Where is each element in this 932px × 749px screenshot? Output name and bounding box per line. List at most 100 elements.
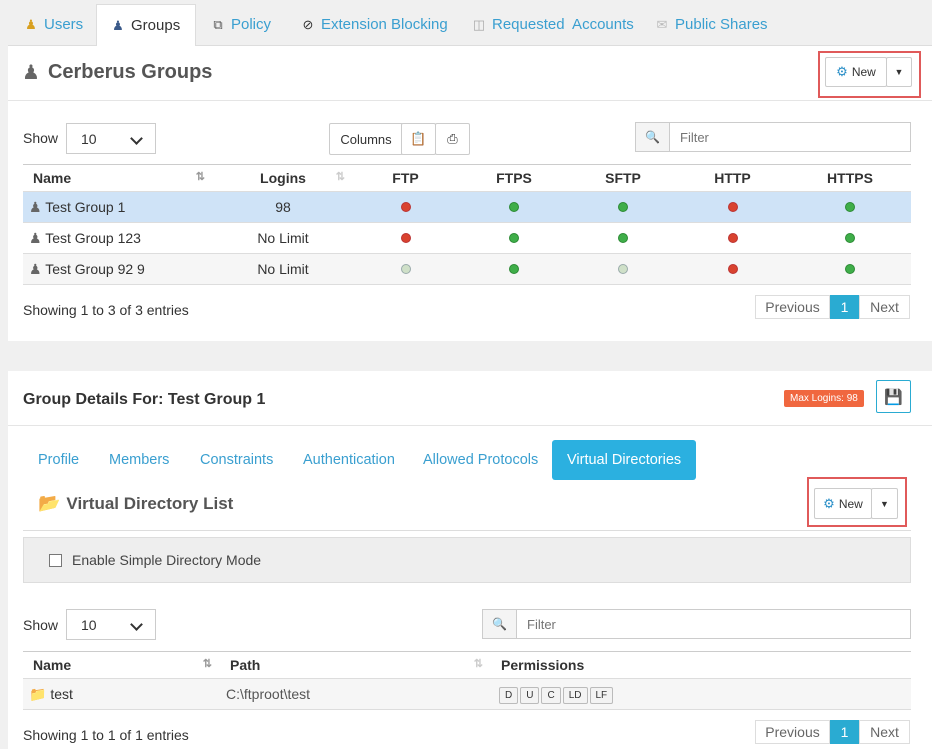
- caret-down-icon: ▼: [880, 498, 889, 509]
- tab-requested-accounts[interactable]: ◫ Requested Accounts: [472, 4, 634, 46]
- status-dot: [727, 233, 738, 243]
- perm-badge: LD: [562, 686, 588, 704]
- tab-profile[interactable]: Profile: [38, 440, 79, 480]
- tab-members[interactable]: Members: [109, 440, 169, 480]
- gear-icon: ⚙: [836, 64, 848, 79]
- folder-open-icon: 📂: [38, 493, 61, 513]
- new-vd-button[interactable]: ⚙ New: [814, 488, 872, 519]
- previous-button[interactable]: Previous: [755, 295, 830, 319]
- group-name: Test Group 123: [45, 229, 141, 246]
- previous-button[interactable]: Previous: [755, 720, 830, 744]
- chevron-down-icon: [130, 132, 143, 145]
- col-http[interactable]: HTTP: [676, 165, 789, 192]
- col-permissions[interactable]: Permissions: [491, 652, 911, 679]
- col-name[interactable]: Name ⇅: [23, 165, 213, 192]
- status-dot: [509, 202, 519, 212]
- save-button[interactable]: 💾: [876, 380, 911, 413]
- table-row[interactable]: ♟ Test Group 123 No Limit: [23, 222, 911, 254]
- new-dropdown-toggle[interactable]: ▼: [886, 57, 912, 87]
- tab-constraints[interactable]: Constraints: [200, 440, 273, 480]
- page-1-button[interactable]: 1: [830, 720, 859, 744]
- tab-public-shares-label: Public Shares: [675, 16, 768, 33]
- table-row[interactable]: 📁 test C:\ftproot\test D U C LD LF: [23, 678, 911, 710]
- simple-mode-checkbox[interactable]: [49, 553, 62, 567]
- columns-label: Columns: [340, 131, 392, 147]
- col-path[interactable]: Path ⇅: [220, 652, 491, 679]
- status-dot: [727, 202, 738, 212]
- columns-button[interactable]: Columns: [329, 123, 403, 155]
- policy-icon: ⧉: [213, 17, 223, 32]
- page-size-value: 10: [81, 130, 97, 147]
- group-name: Test Group 1: [45, 198, 126, 215]
- detail-tabs: Profile Members Constraints Authenticati…: [8, 440, 932, 480]
- group-icon: ♟: [29, 198, 42, 215]
- next-button[interactable]: Next: [859, 295, 910, 319]
- search-icon: 🔍: [636, 123, 670, 151]
- tab-groups[interactable]: ♟ Groups: [96, 4, 196, 47]
- block-icon: ⊘: [302, 17, 314, 32]
- new-group-button[interactable]: ⚙ New: [825, 57, 887, 87]
- vd-table: Name ⇅ Path ⇅ Permissions 📁 test C:\ftproo…: [23, 651, 911, 710]
- col-name[interactable]: Name ⇅: [23, 652, 220, 679]
- folder-icon: 📁: [29, 685, 47, 702]
- group-icon: ♟: [29, 260, 42, 277]
- new-button-label: New: [838, 496, 863, 511]
- page-1-button[interactable]: 1: [830, 295, 859, 319]
- pagination: Previous 1 Next: [755, 720, 910, 744]
- tab-users[interactable]: ♟ Users: [24, 4, 83, 46]
- page-size-select[interactable]: 10: [66, 123, 156, 154]
- logins-value: No Limit: [213, 253, 353, 285]
- page-title: Cerberus Groups: [47, 61, 213, 83]
- col-ftp[interactable]: FTP: [353, 165, 458, 192]
- print-button[interactable]: ⎙: [435, 123, 470, 155]
- tab-groups-label: Groups: [131, 16, 181, 34]
- max-logins-badge: Max Logins: 98: [784, 390, 864, 407]
- groups-panel: ♟ Cerberus Groups ⚙ New ▼ Show 10 Column…: [8, 46, 932, 341]
- table-info: Showing 1 to 3 of 3 entries: [23, 302, 189, 318]
- tab-policy[interactable]: ⧉ Policy: [211, 4, 271, 46]
- sort-icon: ⇅: [195, 171, 205, 183]
- sort-icon: ⇅: [473, 658, 483, 670]
- status-dot: [618, 202, 628, 212]
- sort-icon: ⇅: [335, 171, 345, 183]
- table-row[interactable]: ♟ Test Group 1 98: [23, 191, 911, 223]
- chevron-down-icon: [130, 618, 143, 631]
- tab-extension-blocking-label: Extension Blocking: [321, 16, 448, 33]
- user-icon: ♟: [25, 17, 37, 32]
- status-dot: [845, 264, 855, 274]
- col-sftp[interactable]: SFTP: [570, 165, 676, 192]
- divider: [8, 100, 932, 101]
- tab-authentication[interactable]: Authentication: [303, 440, 395, 480]
- new-dropdown-toggle[interactable]: ▼: [871, 488, 898, 519]
- tab-virtual-directories[interactable]: Virtual Directories: [552, 440, 697, 480]
- simple-mode-label: Enable Simple Directory Mode: [72, 552, 262, 568]
- col-logins[interactable]: Logins ⇅: [213, 165, 353, 192]
- next-button[interactable]: Next: [859, 720, 910, 744]
- logins-value: 98: [213, 191, 353, 223]
- search-icon: 🔍: [483, 610, 517, 638]
- gear-icon: ⚙: [823, 495, 835, 511]
- page-size-value: 10: [81, 616, 97, 633]
- status-dot: [845, 233, 855, 243]
- vd-path: C:\ftproot\test: [220, 678, 491, 710]
- col-https[interactable]: HTTPS: [789, 165, 911, 192]
- col-ftps[interactable]: FTPS: [458, 165, 570, 192]
- tab-requested-accounts-label: Requested Accounts: [492, 16, 634, 33]
- filter-input[interactable]: [670, 123, 910, 151]
- tab-users-label: Users: [44, 16, 84, 33]
- export-button[interactable]: 📋: [401, 123, 436, 155]
- tab-public-shares[interactable]: ✉ Public Shares: [655, 4, 768, 46]
- page-size-select[interactable]: 10: [66, 609, 156, 640]
- table-row[interactable]: ♟ Test Group 92 9 No Limit: [23, 253, 911, 285]
- table-info: Showing 1 to 1 of 1 entries: [23, 727, 189, 743]
- status-dot: [618, 233, 628, 243]
- simple-mode-bar: Enable Simple Directory Mode: [23, 537, 911, 583]
- status-dot: [509, 264, 519, 274]
- envelope-icon: ✉: [656, 17, 668, 32]
- filter-input[interactable]: [517, 610, 910, 638]
- sort-icon: ⇅: [202, 658, 212, 670]
- tab-allowed-protocols[interactable]: Allowed Protocols: [423, 440, 538, 480]
- vd-title: Virtual Directory List: [66, 493, 234, 513]
- groups-header: ♟ Cerberus Groups: [22, 60, 212, 85]
- tab-extension-blocking[interactable]: ⊘ Extension Blocking: [301, 4, 448, 46]
